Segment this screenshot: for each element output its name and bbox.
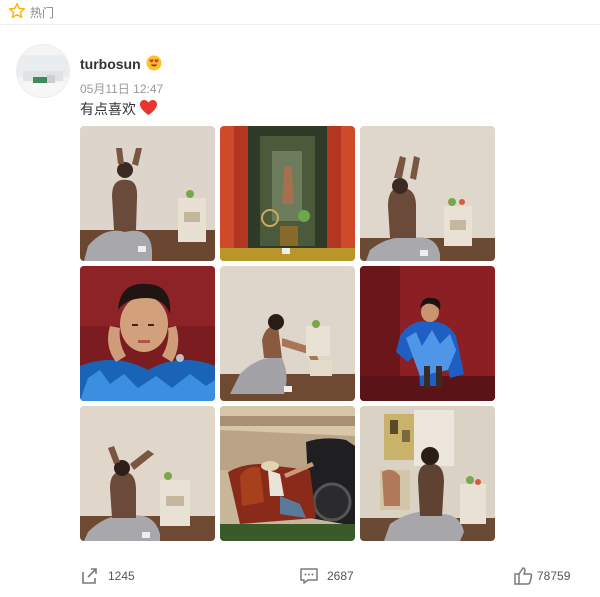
avatar[interactable] [16, 44, 70, 98]
repost-button[interactable]: 1245 [80, 566, 150, 586]
star-icon [8, 2, 26, 19]
photo-6[interactable] [360, 266, 495, 401]
heart-eyes-emoji-icon [146, 55, 162, 71]
photo-8[interactable] [220, 406, 355, 541]
post-text: 有点喜欢 [80, 101, 136, 117]
comment-button[interactable]: 2687 [299, 566, 369, 586]
post-timestamp[interactable]: 05月11日 12:47 [80, 80, 163, 97]
photo-4[interactable] [80, 266, 215, 401]
action-bar: 1245 2687 78759 [0, 560, 600, 592]
comment-count: 2687 [327, 569, 354, 583]
like-count: 78759 [537, 569, 571, 583]
section-label[interactable]: 热门 [30, 4, 54, 21]
photo-5[interactable] [220, 266, 355, 401]
username[interactable]: turbosun [80, 56, 141, 72]
photo-1[interactable] [80, 126, 215, 261]
comment-icon [300, 568, 318, 584]
photo-7[interactable] [80, 406, 215, 541]
thumbs-up-icon [514, 567, 533, 585]
image-grid [80, 126, 496, 542]
red-heart-icon [140, 99, 157, 116]
photo-2[interactable] [220, 126, 355, 261]
photo-3[interactable] [360, 126, 495, 261]
repost-count: 1245 [108, 569, 135, 583]
photo-9[interactable] [360, 406, 495, 541]
top-bar: 热门 [0, 0, 600, 25]
like-button[interactable]: 78759 [513, 566, 593, 586]
repost-icon [82, 568, 97, 584]
